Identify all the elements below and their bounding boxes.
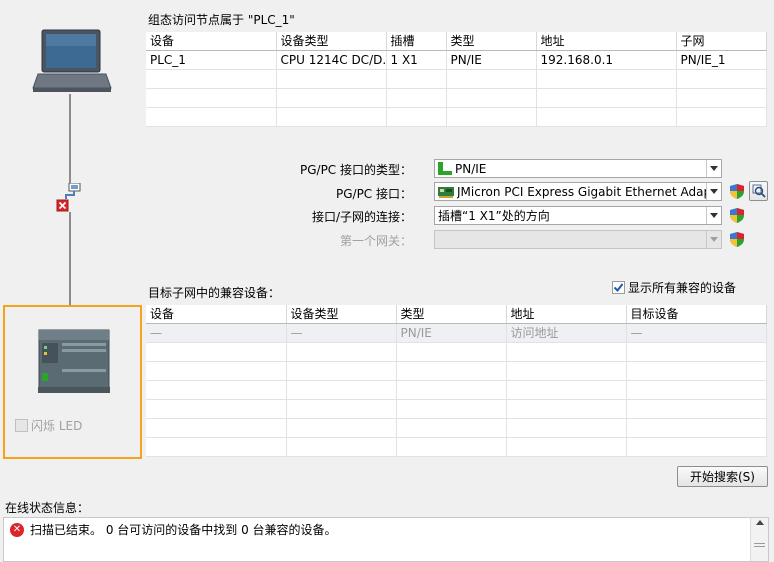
node-table-header: 设备 设备类型 插槽 类型 地址 子网	[146, 32, 767, 51]
connection-line-top	[69, 94, 71, 186]
empty-row	[146, 69, 767, 89]
col-address[interactable]: 地址	[536, 32, 677, 51]
pgpc-interface-value: JMicron PCI Express Gigabit Ethernet Ada…	[457, 184, 706, 199]
col-type[interactable]: 类型	[396, 305, 507, 324]
pgpc-interface-select[interactable]: JMicron PCI Express Gigabit Ethernet Ada…	[434, 182, 722, 201]
col-device-type[interactable]: 设备类型	[286, 305, 397, 324]
table-row[interactable]: PLC_1 CPU 1214C DC/D... 1 X1 PN/IE 192.1…	[146, 50, 767, 70]
magnifier-icon	[752, 184, 766, 198]
table-row[interactable]: — — PN/IE 访问地址 —	[146, 323, 767, 343]
empty-row	[146, 380, 767, 400]
status-message-row: ✕ 扫描已结束。 0 台可访问的设备中找到 0 台兼容的设备。	[10, 521, 337, 538]
online-status-panel: ✕ 扫描已结束。 0 台可访问的设备中找到 0 台兼容的设备。	[3, 517, 769, 562]
show-all-devices-checkbox[interactable]	[612, 281, 625, 294]
status-message: 扫描已结束。 0 台可访问的设备中找到 0 台兼容的设备。	[30, 523, 337, 537]
first-gateway-label: 第一个网关：	[339, 234, 412, 248]
pgpc-type-select[interactable]: PN/IE	[434, 159, 722, 178]
cell-type: PN/IE	[396, 323, 507, 343]
start-search-button[interactable]: 开始搜索(S)	[677, 466, 768, 487]
show-all-devices-label: 显示所有兼容的设备	[628, 281, 737, 295]
target-table-header: 设备 设备类型 类型 地址 目标设备	[146, 305, 767, 324]
chevron-down-icon[interactable]	[706, 231, 721, 248]
interface-subnet-label: 接口/子网的连接：	[311, 210, 412, 224]
chevron-down-icon[interactable]	[706, 207, 721, 224]
flash-led-option[interactable]: 闪烁 LED	[15, 417, 82, 434]
col-target-device[interactable]: 目标设备	[626, 305, 767, 324]
cell-address[interactable]: 访问地址	[506, 323, 627, 343]
cell-address: 192.168.0.1	[536, 50, 677, 70]
cell-device: —	[146, 323, 287, 343]
interface-subnet-value: 插槽“1 X1”处的方向	[438, 209, 550, 223]
cell-type: PN/IE	[446, 50, 537, 70]
cell-device: PLC_1	[146, 50, 277, 70]
flash-led-label: 闪烁 LED	[31, 419, 83, 433]
shield-icon[interactable]	[730, 184, 744, 199]
empty-row	[146, 418, 767, 438]
shield-icon[interactable]	[730, 232, 744, 247]
target-table-title: 目标子网中的兼容设备：	[148, 286, 281, 300]
pgpc-type-value: PN/IE	[455, 161, 487, 176]
flash-led-checkbox[interactable]	[15, 419, 28, 432]
empty-row	[146, 107, 767, 127]
col-device[interactable]: 设备	[146, 305, 287, 324]
empty-row	[146, 361, 767, 381]
pn-ie-icon	[438, 162, 452, 175]
network-card-icon	[438, 186, 454, 198]
col-slot[interactable]: 插槽	[386, 32, 447, 51]
empty-row	[146, 88, 767, 108]
chevron-down-icon[interactable]	[706, 183, 721, 200]
plc-device-icon	[38, 329, 110, 395]
cell-target-device: —	[626, 323, 767, 343]
interface-subnet-select[interactable]: 插槽“1 X1”处的方向	[434, 206, 722, 225]
network-error-icon	[56, 182, 84, 213]
chevron-down-icon[interactable]	[706, 160, 721, 177]
target-table: 设备 设备类型 类型 地址 目标设备 — — PN/IE 访问地址 —	[146, 305, 767, 457]
col-device-type[interactable]: 设备类型	[276, 32, 387, 51]
shield-icon[interactable]	[730, 208, 744, 223]
cell-slot: 1 X1	[386, 50, 447, 70]
node-table-title: 组态访问节点属于 "PLC_1"	[148, 13, 295, 27]
show-all-devices-option[interactable]: 显示所有兼容的设备	[612, 279, 736, 296]
pgpc-type-label: PG/PC 接口的类型：	[299, 163, 412, 177]
empty-row	[146, 437, 767, 457]
laptop-icon	[32, 28, 112, 96]
pgpc-interface-label: PG/PC 接口：	[335, 187, 412, 201]
col-subnet[interactable]: 子网	[676, 32, 767, 51]
online-status-title: 在线状态信息：	[5, 501, 90, 515]
col-type[interactable]: 类型	[446, 32, 537, 51]
col-device[interactable]: 设备	[146, 32, 277, 51]
cell-subnet: PN/IE_1	[676, 50, 767, 70]
scroll-grip[interactable]	[754, 543, 765, 547]
first-gateway-select[interactable]	[434, 230, 722, 249]
cell-device-type: CPU 1214C DC/D...	[276, 50, 387, 70]
cell-device-type: —	[286, 323, 397, 343]
interface-properties-button[interactable]	[749, 181, 768, 201]
plc-device-frame[interactable]: 闪烁 LED	[3, 305, 142, 459]
scroll-up-icon[interactable]	[755, 520, 764, 525]
error-icon: ✕	[10, 522, 24, 537]
col-address[interactable]: 地址	[506, 305, 627, 324]
connection-line-bottom	[69, 212, 71, 305]
empty-row	[146, 342, 767, 362]
empty-row	[146, 399, 767, 419]
node-table: 设备 设备类型 插槽 类型 地址 子网 PLC_1 CPU 1214C DC/D…	[146, 32, 767, 127]
status-scrollbar[interactable]	[750, 518, 768, 561]
